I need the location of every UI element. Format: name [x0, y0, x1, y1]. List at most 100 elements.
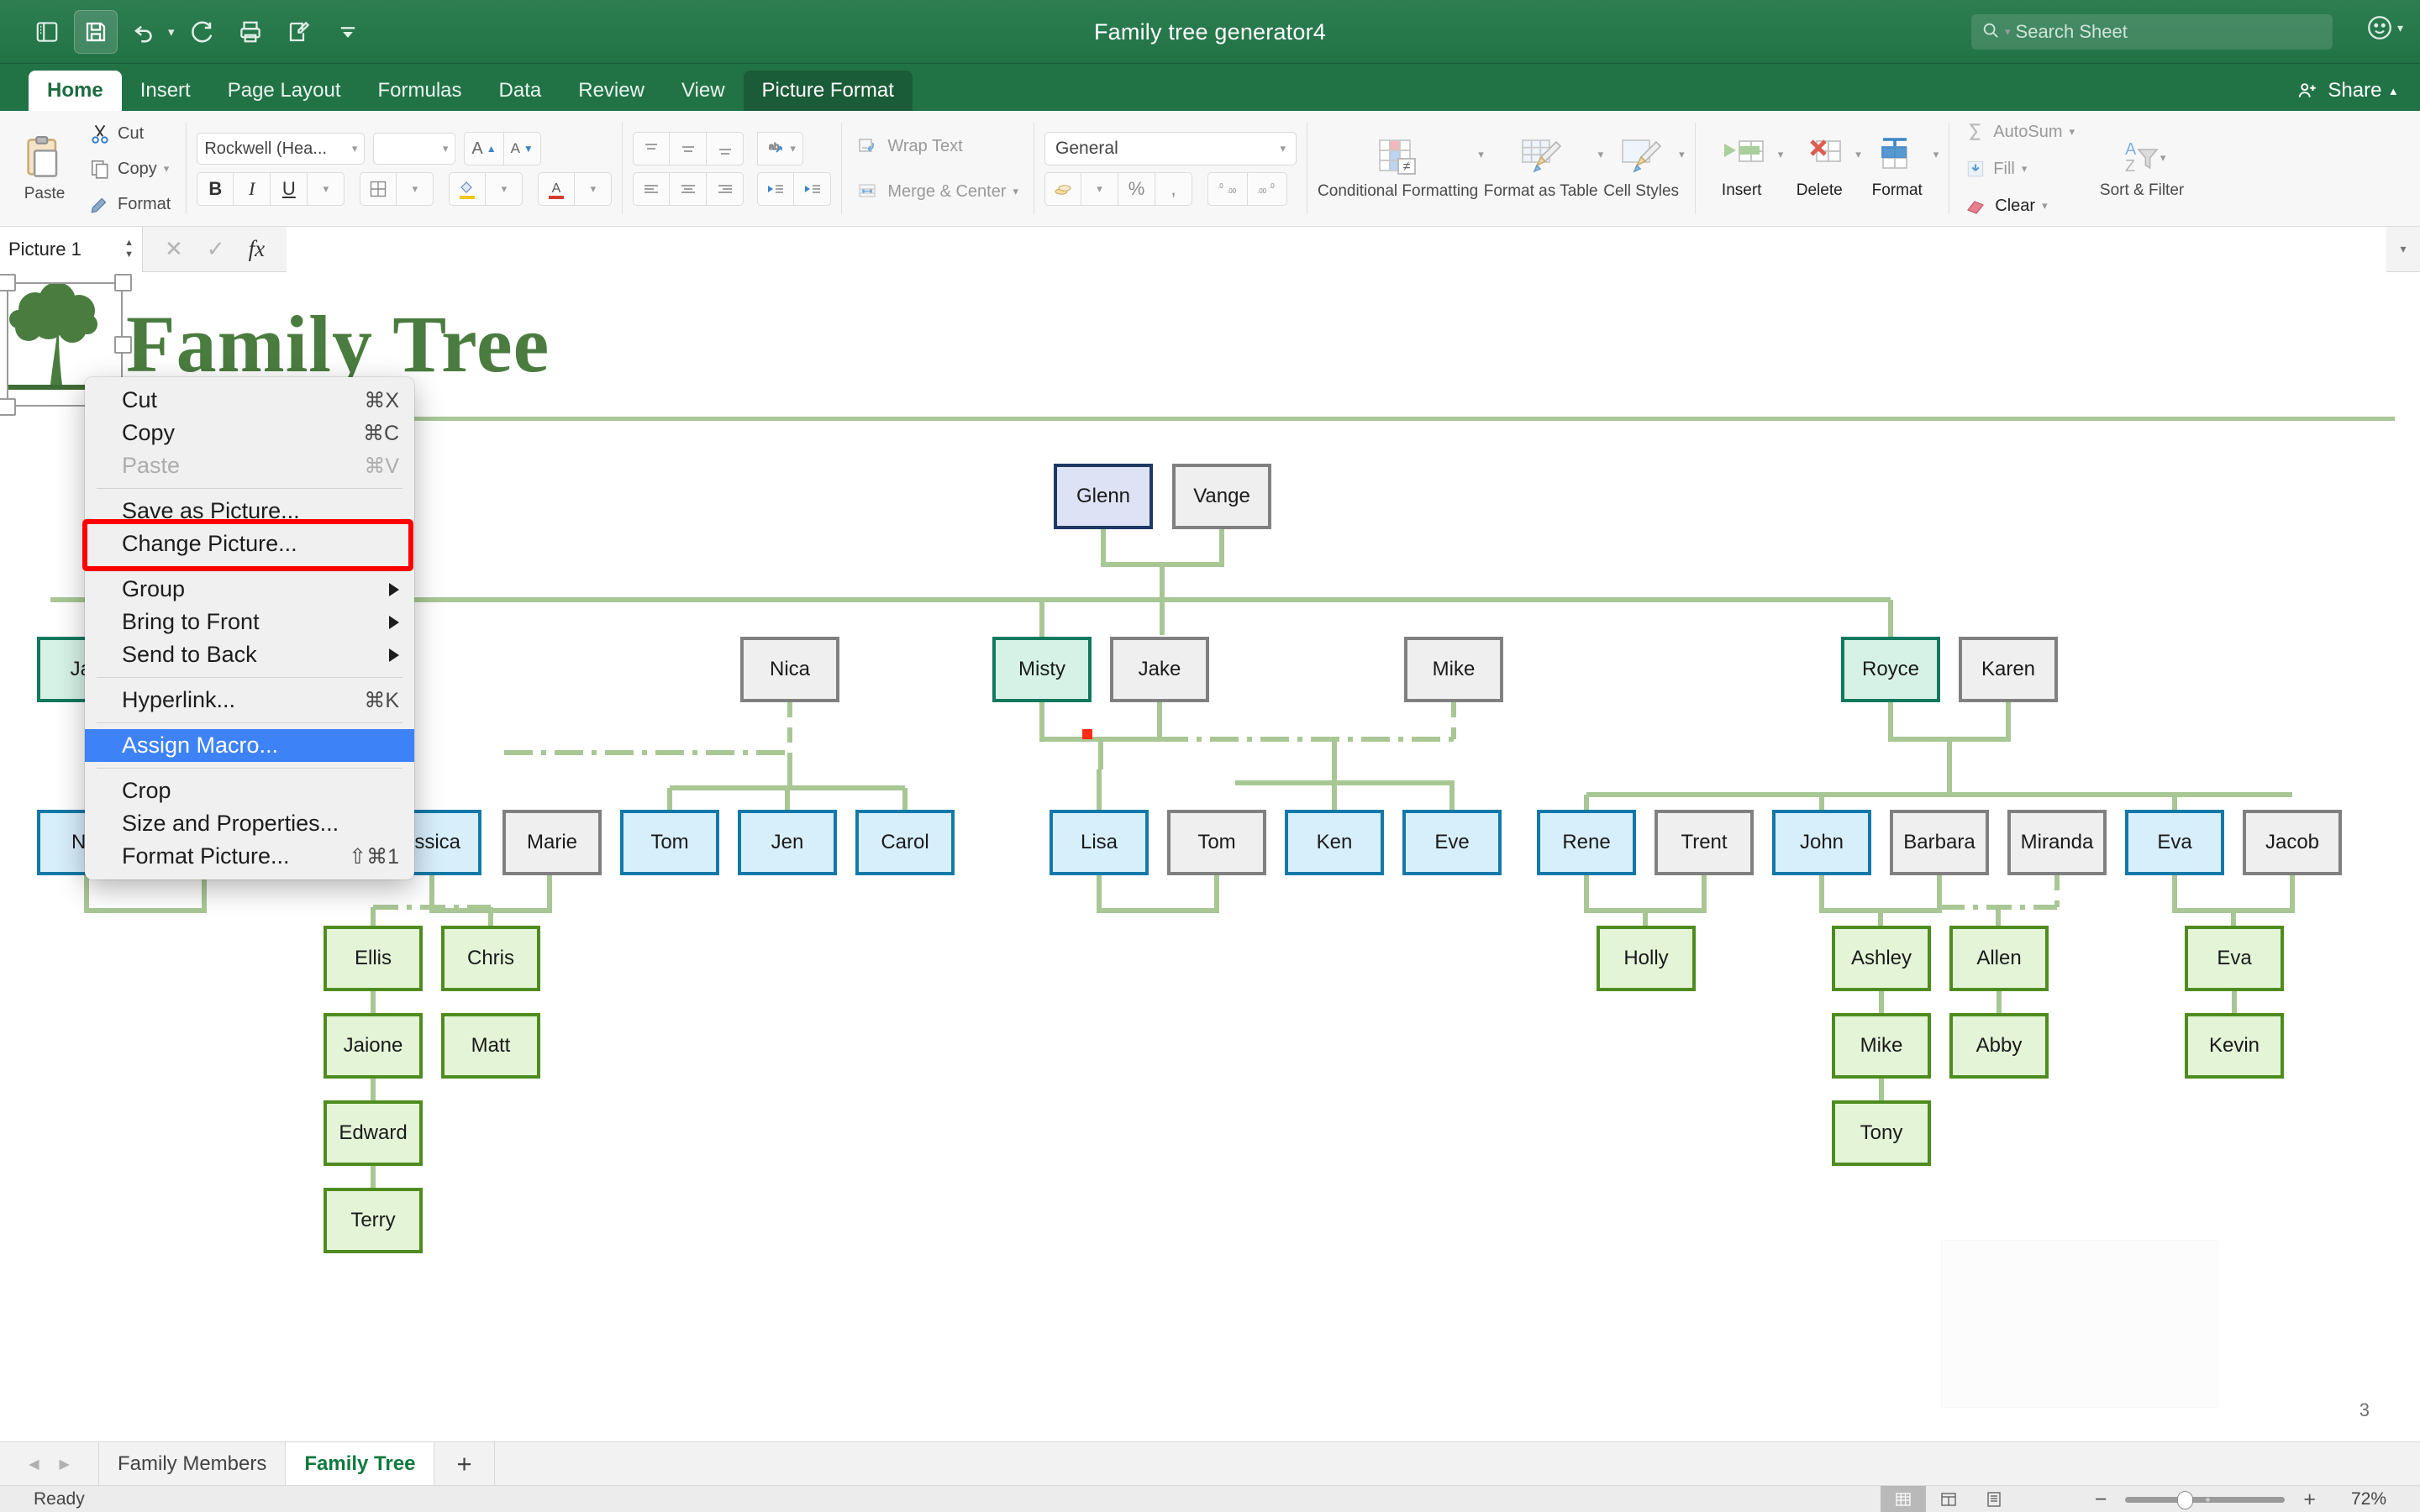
tree-node-carol[interactable]: Carol [855, 810, 955, 875]
borders-button[interactable] [360, 172, 397, 206]
tree-node-jen[interactable]: Jen [738, 810, 837, 875]
tree-node-abby[interactable]: Abby [1949, 1013, 2049, 1079]
number-format-caret-icon[interactable]: ▾ [1281, 142, 1286, 155]
tree-node-matt[interactable]: Matt [441, 1013, 540, 1079]
tree-node-jacob[interactable]: Jacob [2243, 810, 2342, 875]
font-name-select[interactable]: Rockwell (Hea... ▾ [197, 133, 366, 165]
copy-caret-icon[interactable]: ▾ [164, 162, 170, 176]
paste-button[interactable]: Paste [10, 134, 79, 202]
tree-node-miranda[interactable]: Miranda [2007, 810, 2107, 875]
font-color-caret-button[interactable]: ▾ [575, 172, 613, 206]
delete-cells-button[interactable]: Delete [1783, 138, 1855, 199]
tree-node-vange[interactable]: Vange [1172, 464, 1271, 529]
clear-caret-icon[interactable]: ▾ [2042, 199, 2048, 213]
tab-insert[interactable]: Insert [122, 71, 209, 111]
tree-node-holly[interactable]: Holly [1597, 926, 1696, 991]
tree-node-barbara[interactable]: Barbara [1890, 810, 1989, 875]
clear-button[interactable]: Clear ▾ [1960, 189, 2080, 223]
resize-handle-top-right[interactable] [114, 274, 132, 291]
copy-button[interactable]: Copy ▾ [84, 152, 176, 186]
tab-picture-format[interactable]: Picture Format [743, 71, 913, 111]
wrap-text-button[interactable]: Wrap Text [852, 129, 1023, 163]
account-caret-icon[interactable]: ▾ [2397, 21, 2403, 35]
context-menu-item-save-as-picture[interactable]: Save as Picture... [85, 495, 414, 528]
tree-node-nica[interactable]: Nica [740, 637, 839, 702]
cut-button[interactable]: Cut [84, 117, 176, 150]
tree-node-edward[interactable]: Edward [324, 1100, 423, 1166]
cell-styles-button[interactable]: Cell Styles [1603, 137, 1679, 200]
resize-handle-bottom-left[interactable] [0, 398, 16, 416]
tree-node-tom[interactable]: Tom [1167, 810, 1266, 875]
autosum-caret-icon[interactable]: ▾ [2070, 125, 2075, 139]
context-menu-item-bring-to-front[interactable]: Bring to Front [85, 606, 414, 638]
increase-font-size-button[interactable]: A ▲ [464, 132, 504, 165]
zoom-slider[interactable] [2125, 1490, 2286, 1509]
merge-center-caret-icon[interactable]: ▾ [1013, 185, 1019, 198]
number-format-select[interactable]: General ▾ [1044, 132, 1297, 165]
sort-filter-button[interactable]: A Z ▾ Sort & Filter [2096, 138, 2187, 199]
comma-style-button[interactable]: , [1155, 172, 1193, 206]
insert-function-icon[interactable]: fx [249, 236, 266, 262]
tree-node-glenn[interactable]: Glenn [1054, 464, 1153, 529]
tree-node-marie[interactable]: Marie [502, 810, 602, 875]
align-right-button[interactable] [707, 172, 744, 206]
page-layout-view-button[interactable] [1926, 1486, 1971, 1512]
cancel-formula-icon[interactable]: ✕ [165, 236, 183, 262]
share-button[interactable]: Share ▴ [2296, 79, 2420, 111]
underline-button[interactable]: U [271, 172, 308, 206]
tree-node-royce[interactable]: Royce [1841, 637, 1940, 702]
tree-node-chris[interactable]: Chris [441, 926, 540, 991]
tab-view[interactable]: View [663, 71, 744, 111]
borders-caret-button[interactable]: ▾ [397, 172, 434, 206]
tree-node-ashley[interactable]: Ashley [1832, 926, 1931, 991]
search-sheet-input[interactable]: ▾ Search Sheet [1971, 14, 2333, 50]
tab-formulas[interactable]: Formulas [360, 71, 481, 111]
text-orientation-button[interactable]: ab ▾ [757, 132, 803, 165]
context-menu-item-cut[interactable]: Cut ⌘X [85, 384, 414, 417]
context-menu-item-crop[interactable]: Crop [85, 774, 414, 807]
insert-cells-button[interactable]: Insert [1706, 138, 1778, 199]
tree-node-ken[interactable]: Ken [1285, 810, 1384, 875]
tree-node-jake[interactable]: Jake [1110, 637, 1209, 702]
tree-node-terry[interactable]: Terry [324, 1188, 423, 1253]
bold-button[interactable]: B [197, 172, 234, 206]
tab-data[interactable]: Data [481, 71, 560, 111]
previous-sheet-icon[interactable]: ◀ [29, 1456, 39, 1473]
tree-node-tom[interactable]: Tom [620, 810, 719, 875]
font-size-caret-icon[interactable]: ▾ [443, 142, 449, 155]
context-menu-item-hyperlink[interactable]: Hyperlink... ⌘K [85, 684, 414, 717]
increase-indent-button[interactable] [794, 172, 832, 206]
next-sheet-icon[interactable]: ▶ [60, 1456, 70, 1473]
font-size-select[interactable]: ▾ [373, 133, 456, 165]
accounting-caret-button[interactable]: ▾ [1081, 172, 1119, 206]
resize-handle-top-left[interactable] [0, 274, 16, 291]
tab-home[interactable]: Home [29, 71, 122, 111]
format-cells-button[interactable]: Format [1861, 138, 1933, 199]
decrease-font-size-button[interactable]: A ▼ [503, 132, 541, 165]
tree-node-karen[interactable]: Karen [1959, 637, 2058, 702]
align-center-button[interactable] [670, 172, 708, 206]
tree-node-jaione[interactable]: Jaione [324, 1013, 423, 1079]
tab-review[interactable]: Review [560, 71, 663, 111]
font-color-button[interactable]: A [538, 172, 576, 206]
tree-node-tony[interactable]: Tony [1832, 1100, 1931, 1166]
percent-style-button[interactable]: % [1118, 172, 1156, 206]
formula-expand-caret-icon[interactable]: ▾ [2386, 242, 2420, 256]
context-menu-item-size-and-properties[interactable]: Size and Properties... [85, 807, 414, 840]
sort-filter-caret-icon[interactable]: ▾ [2160, 151, 2166, 165]
context-menu-item-format-picture[interactable]: Format Picture... ⇧⌘1 [85, 840, 414, 873]
page-break-preview-button[interactable] [1971, 1486, 2017, 1512]
conditional-formatting-button[interactable]: ≠ Conditional Formatting [1318, 137, 1478, 200]
normal-view-button[interactable] [1881, 1486, 1926, 1512]
add-sheet-button[interactable]: + [434, 1442, 495, 1485]
tree-node-john[interactable]: John [1772, 810, 1871, 875]
formula-input[interactable] [287, 226, 2386, 272]
tree-node-mike[interactable]: Mike [1832, 1013, 1931, 1079]
tree-node-rene[interactable]: Rene [1537, 810, 1636, 875]
tree-node-allen[interactable]: Allen [1949, 926, 2049, 991]
merge-center-button[interactable]: Merge & Center ▾ [852, 175, 1023, 208]
align-left-button[interactable] [633, 172, 671, 206]
context-menu-item-assign-macro[interactable]: Assign Macro... [85, 729, 414, 762]
fill-color-caret-button[interactable]: ▾ [486, 172, 523, 206]
context-menu-item-copy[interactable]: Copy ⌘C [85, 417, 414, 449]
